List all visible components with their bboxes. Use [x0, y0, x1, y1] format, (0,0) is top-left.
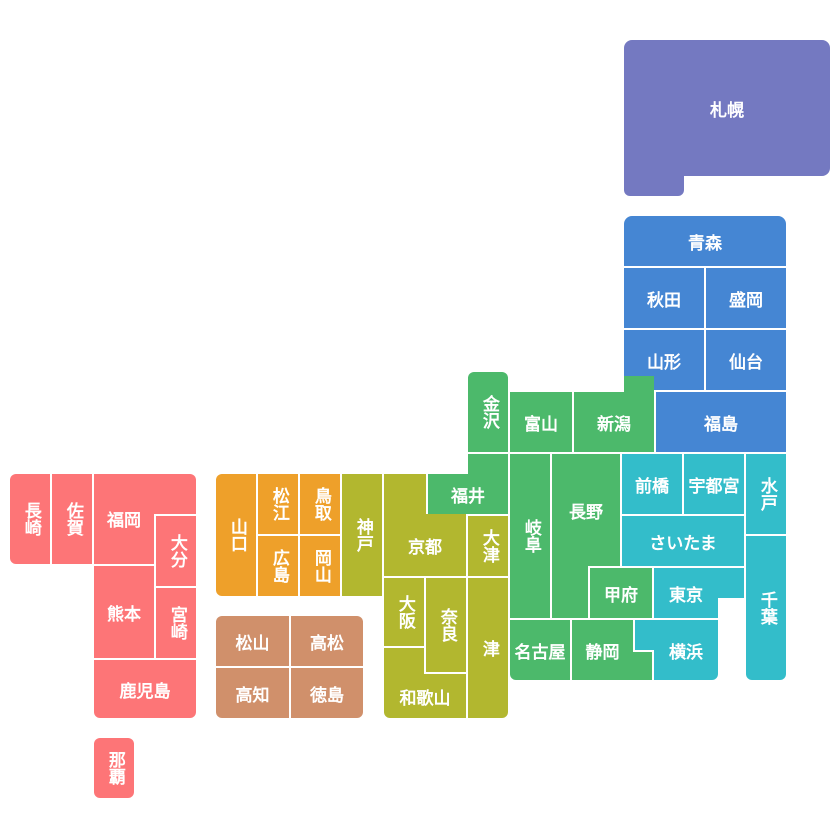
tile-toyama[interactable]: 富山	[510, 392, 572, 452]
tile-tottori[interactable]: 鳥取	[300, 474, 340, 534]
label-miyazaki: 宮崎	[166, 606, 187, 640]
tile-fukushima[interactable]: 福島	[656, 392, 786, 452]
tile-miyazaki[interactable]: 宮崎	[156, 588, 196, 658]
label-hiroshima: 広島	[268, 549, 289, 583]
label-takamatsu: 高松	[310, 633, 344, 654]
label-osaka: 大阪	[394, 595, 415, 629]
label-niigata: 新潟	[597, 414, 631, 435]
label-utsunomiya: 宇都宮	[688, 476, 740, 497]
label-nagano: 長野	[569, 502, 603, 523]
tile-takamatsu[interactable]: 高松	[291, 616, 363, 666]
label-toyama: 富山	[524, 414, 558, 435]
label-kofu: 甲府	[604, 585, 638, 606]
tile-maebashi[interactable]: 前橋	[622, 454, 682, 514]
label-akita: 秋田	[647, 290, 681, 311]
label-yamagata: 山形	[647, 352, 681, 373]
tile-matsue[interactable]: 松江	[258, 474, 298, 534]
label-tokyo: 東京	[669, 585, 703, 606]
label-naha: 那覇	[104, 751, 125, 785]
label-oita: 大分	[166, 534, 187, 568]
tile-kobe[interactable]: 神戸	[342, 474, 382, 596]
tile-yamaguchi[interactable]: 山口	[216, 474, 256, 596]
tile-naha[interactable]: 那覇	[94, 738, 134, 798]
tile-kyoto[interactable]: 京都	[384, 514, 466, 576]
label-kanazawa: 金沢	[478, 395, 499, 429]
label-kochi: 高知	[235, 685, 270, 706]
tile-oita[interactable]: 大分	[156, 516, 196, 586]
label-yokohama: 横浜	[669, 642, 703, 663]
label-wakayama: 和歌山	[399, 688, 451, 709]
tile-shizuoka[interactable]: 静岡	[572, 620, 633, 680]
tile-otsu[interactable]: 大津	[468, 516, 508, 576]
tile-sendai[interactable]: 仙台	[706, 330, 786, 390]
tile-hiroshima[interactable]: 広島	[258, 536, 298, 596]
tile-tokushima[interactable]: 徳島	[291, 668, 363, 718]
label-nagoya: 名古屋	[514, 642, 566, 663]
label-yamaguchi: 山口	[226, 518, 247, 552]
label-morioka: 盛岡	[729, 290, 763, 311]
tile-morioka[interactable]: 盛岡	[706, 268, 786, 328]
label-shizuoka: 静岡	[585, 642, 620, 663]
tile-tokyo[interactable]: 東京	[654, 568, 718, 618]
tile-nagoya[interactable]: 名古屋	[510, 620, 570, 680]
label-fukushima: 福島	[704, 414, 738, 435]
tile-gifu[interactable]: 岐阜	[510, 454, 550, 618]
label-sapporo: 札幌	[710, 100, 744, 121]
label-maebashi: 前橋	[635, 476, 669, 497]
tile-nagasaki[interactable]: 長崎	[10, 474, 50, 564]
label-tottori: 鳥取	[310, 487, 331, 521]
label-chiba: 千葉	[756, 591, 777, 625]
tile-kagoshima[interactable]: 鹿児島	[94, 660, 196, 718]
tile-nagano-extension[interactable]	[552, 560, 588, 618]
label-kyoto: 京都	[408, 537, 442, 558]
tile-chiba[interactable]: 千葉	[746, 536, 786, 680]
tile-kumamoto[interactable]: 熊本	[94, 566, 154, 658]
tile-wakayama[interactable]: 和歌山	[384, 674, 466, 718]
label-otsu: 大津	[478, 529, 499, 563]
tile-tokyo-extension[interactable]	[714, 568, 744, 598]
tile-mito[interactable]: 水戸	[746, 454, 786, 534]
label-nara: 奈良	[436, 608, 457, 642]
tile-okayama[interactable]: 岡山	[300, 536, 340, 596]
tile-kofu[interactable]: 甲府	[590, 568, 652, 618]
tile-akita[interactable]: 秋田	[624, 268, 704, 328]
label-matsue: 松江	[268, 487, 289, 521]
tile-utsunomiya[interactable]: 宇都宮	[684, 454, 744, 514]
label-kobe: 神戸	[352, 518, 373, 552]
label-kagoshima: 鹿児島	[119, 681, 171, 702]
tile-fukuoka-extension[interactable]	[150, 474, 196, 514]
label-tokushima: 徳島	[310, 685, 344, 706]
label-gifu: 岐阜	[520, 519, 541, 553]
label-nagasaki: 長崎	[20, 502, 41, 536]
tile-saitama[interactable]: さいたま	[622, 516, 744, 566]
label-aomori: 青森	[688, 233, 722, 254]
tile-matsuyama[interactable]: 松山	[216, 616, 289, 666]
tile-nagano[interactable]: 長野	[552, 454, 620, 566]
tile-kanazawa[interactable]: 金沢	[468, 372, 508, 452]
tile-osaka[interactable]: 大阪	[384, 578, 424, 646]
tile-sapporo[interactable]: 札幌	[624, 40, 830, 176]
label-fukui: 福井	[451, 486, 485, 507]
label-sendai: 仙台	[729, 352, 763, 373]
label-tsu: 津	[478, 639, 499, 657]
label-matsuyama: 松山	[235, 633, 270, 654]
tile-nara[interactable]: 奈良	[426, 578, 466, 672]
tile-tsu[interactable]: 津	[468, 578, 508, 718]
label-saga: 佐賀	[62, 502, 83, 536]
label-mito: 水戸	[756, 477, 777, 511]
tile-yokohama[interactable]: 横浜	[654, 620, 718, 680]
tile-kochi[interactable]: 高知	[216, 668, 289, 718]
tile-niigata[interactable]: 新潟	[574, 392, 654, 452]
tile-fukui[interactable]: 福井	[428, 474, 508, 514]
tile-fukuoka[interactable]: 福岡	[94, 474, 154, 564]
label-kumamoto: 熊本	[107, 604, 141, 625]
label-okayama: 岡山	[310, 549, 331, 583]
label-saitama: さいたま	[649, 533, 717, 554]
label-fukuoka: 福岡	[107, 511, 141, 531]
tile-aomori[interactable]: 青森	[624, 216, 786, 266]
tile-saga[interactable]: 佐賀	[52, 474, 92, 564]
